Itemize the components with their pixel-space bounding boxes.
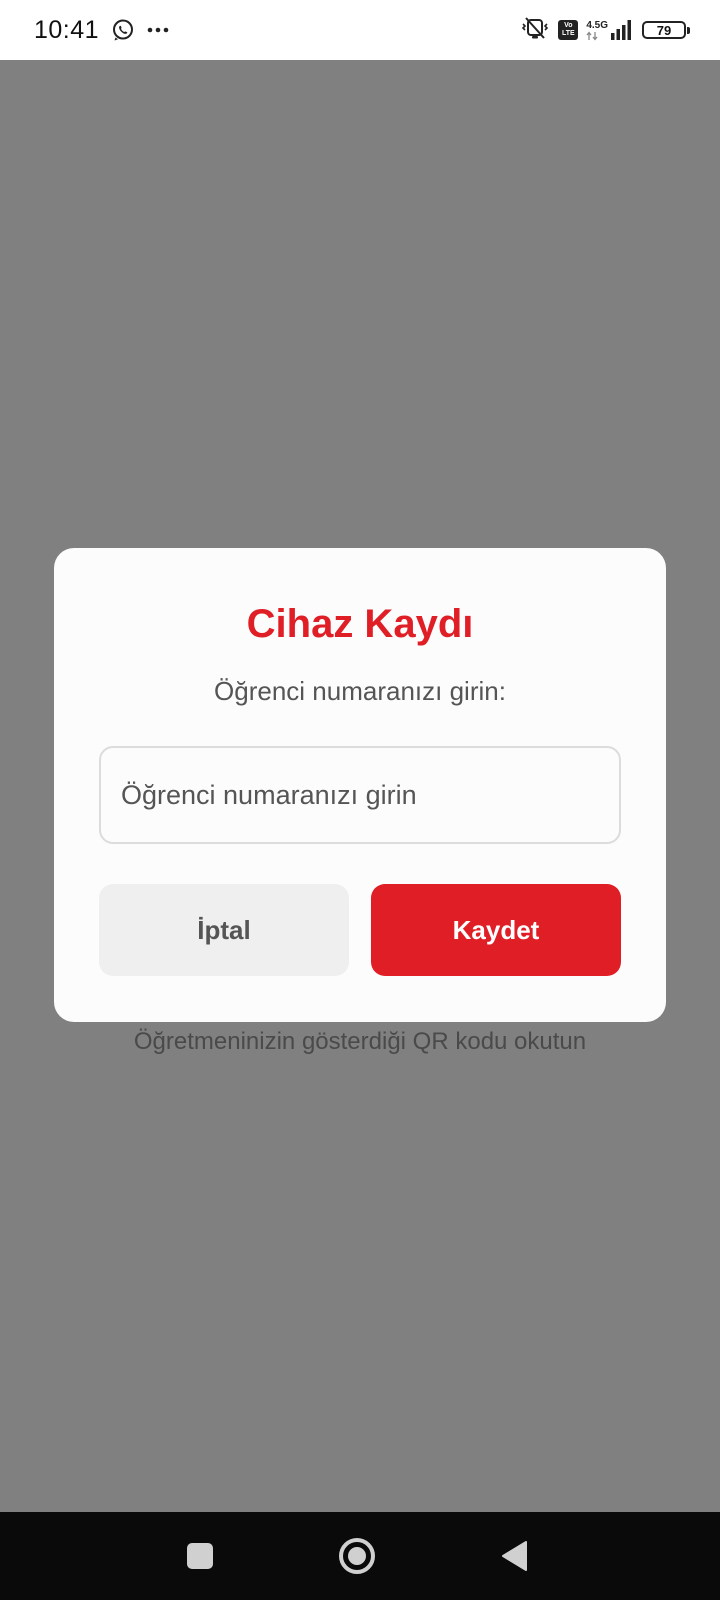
volte-top-label: Vo [564,22,573,29]
cancel-button[interactable]: İptal [99,884,349,976]
data-arrows-icon [586,31,598,41]
volte-icon: Vo LTE [558,20,579,40]
signal-group: 4.5G [586,19,634,41]
device-registration-dialog: Cihaz Kaydı Öğrenci numaranızı girin: İp… [54,548,666,1022]
qr-hint-text: Öğretmeninizin gösterdiği QR kodu okutun [133,1028,587,1055]
navigation-bar [0,1512,720,1600]
home-button[interactable] [317,1512,397,1600]
status-bar: 10:41 Vo LTE 4.5G 79 [0,0,720,60]
battery-level: 79 [656,22,672,38]
save-button[interactable]: Kaydet [371,884,621,976]
dialog-subtitle: Öğrenci numaranızı girin: [214,676,506,706]
recents-square-icon [187,1543,213,1569]
status-right: Vo LTE 4.5G 79 [520,16,690,45]
dialog-title: Cihaz Kaydı [246,602,474,646]
whatsapp-icon [111,18,135,42]
volte-bottom-label: LTE [561,30,575,37]
status-left: 10:41 [34,16,169,45]
clock: 10:41 [34,15,100,44]
back-button[interactable] [474,1512,554,1600]
battery-icon: 79 [642,21,690,39]
more-dots-icon [147,26,169,34]
student-number-input[interactable] [99,746,621,844]
home-circle-icon [339,1538,375,1574]
back-triangle-icon [502,1541,527,1571]
phone-screen: 10:41 Vo LTE 4.5G 79 Öğretmeninizin göst… [0,0,720,1600]
recents-button[interactable] [160,1512,240,1600]
network-type-label: 4.5G [586,20,608,31]
vibrate-mute-icon [520,16,550,45]
signal-icon [611,20,631,40]
